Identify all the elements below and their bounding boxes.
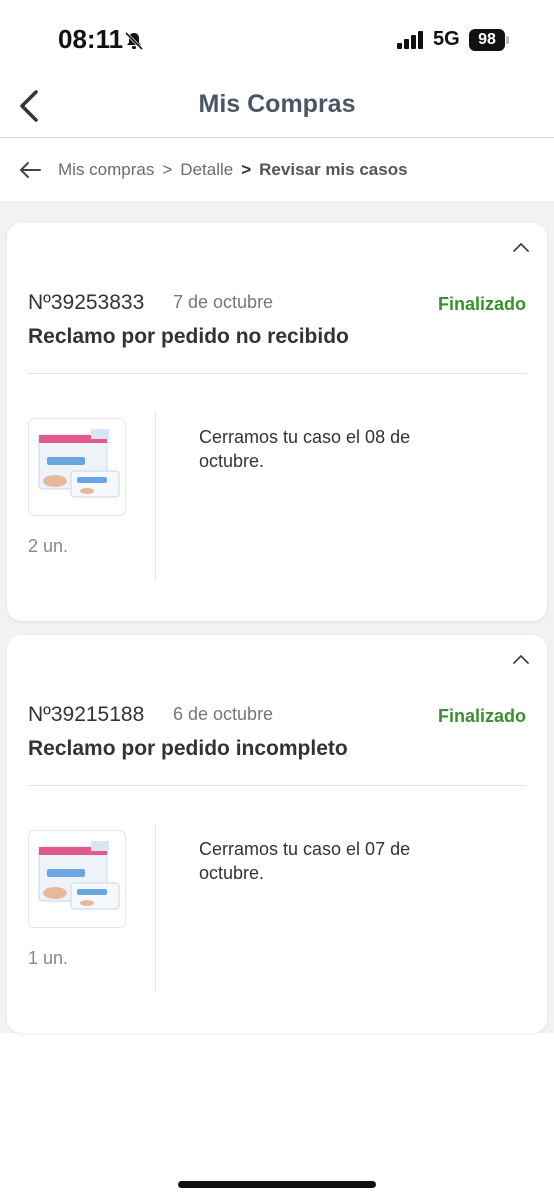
case-date: 7 de octubre xyxy=(173,292,274,312)
chevron-up-icon[interactable] xyxy=(512,653,530,665)
vertical-divider xyxy=(155,823,156,993)
breadcrumb-item-detalle[interactable]: Detalle xyxy=(180,160,233,180)
breadcrumb-separator: > xyxy=(241,160,252,179)
case-message: Cerramos tu caso el 07 de octubre. xyxy=(199,839,411,883)
status-badge: Finalizado xyxy=(437,706,526,726)
case-title: Reclamo por pedido incompleto xyxy=(28,737,348,760)
product-quantity: 2 un. xyxy=(28,536,69,556)
breadcrumb-current: Revisar mis casos xyxy=(259,160,408,179)
divider xyxy=(28,373,526,374)
nav-header: Mis Compras xyxy=(0,84,554,138)
battery-indicator: 98 xyxy=(469,29,505,51)
page: 08:11 5G 98 Mis Compras Mis compras > De… xyxy=(0,0,554,1200)
page-title: Mis Compras xyxy=(198,90,356,118)
status-time: 08:11 xyxy=(58,24,124,54)
cases-list: Nº39253833 7 de octubre Finalizado Recla… xyxy=(0,201,554,1033)
status-badge: Finalizado xyxy=(437,294,526,314)
breadcrumb-separator: > xyxy=(162,160,173,179)
network-label: 5G xyxy=(433,28,460,50)
product-quantity: 1 un. xyxy=(28,948,69,968)
battery-cap xyxy=(506,36,509,44)
case-card: Nº39253833 7 de octubre Finalizado Recla… xyxy=(7,223,547,621)
case-message: Cerramos tu caso el 08 de octubre. xyxy=(199,427,411,471)
product-image[interactable] xyxy=(28,418,126,516)
case-title: Reclamo por pedido no recibido xyxy=(28,325,349,348)
divider xyxy=(28,785,526,786)
case-card: Nº39215188 6 de octubre Finalizado Recla… xyxy=(7,635,547,1033)
case-number: Nº39253833 xyxy=(28,291,145,314)
bell-slash-icon xyxy=(124,31,144,51)
battery-level: 98 xyxy=(478,31,496,48)
case-number: Nº39215188 xyxy=(28,703,145,726)
breadcrumb-item-mis-compras[interactable]: Mis compras xyxy=(58,160,154,180)
breadcrumb: Mis compras > Detalle > Revisar mis caso… xyxy=(0,139,554,201)
product-package-illustration xyxy=(38,429,120,498)
vertical-divider xyxy=(155,411,156,581)
signal-icon xyxy=(397,31,423,49)
status-bar: 08:11 5G 98 xyxy=(0,0,554,84)
home-indicator[interactable] xyxy=(178,1181,376,1188)
chevron-up-icon[interactable] xyxy=(512,241,530,253)
arrow-left-icon[interactable] xyxy=(19,161,41,179)
product-image[interactable] xyxy=(28,830,126,928)
product-package-illustration xyxy=(38,841,120,910)
case-date: 6 de octubre xyxy=(173,704,274,724)
